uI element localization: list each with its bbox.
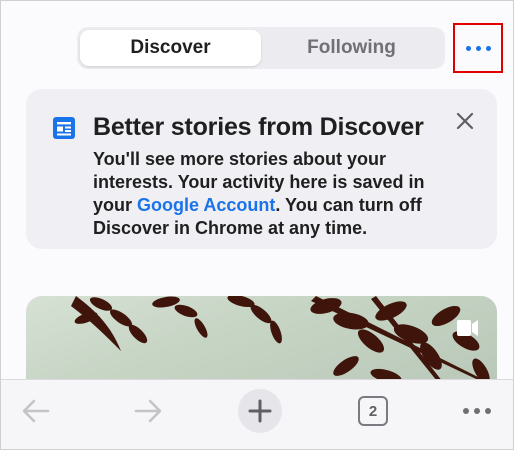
close-icon: [456, 112, 474, 130]
tab-following[interactable]: Following: [261, 30, 442, 66]
browser-new-tab-page: Discover Following Better stories from D…: [0, 0, 514, 450]
plus-icon: [248, 399, 272, 423]
new-tab-circle: [238, 389, 282, 433]
feed-menu-button[interactable]: [453, 23, 503, 73]
google-account-link[interactable]: Google Account: [137, 195, 275, 215]
foliage-image: [71, 296, 496, 386]
tab-discover[interactable]: Discover: [80, 30, 261, 66]
tab-switcher-button[interactable]: 2: [350, 388, 396, 434]
overflow-menu-button[interactable]: [454, 388, 500, 434]
discover-info-card: Better stories from Discover You'll see …: [26, 89, 497, 249]
video-badge-icon: [457, 320, 478, 336]
bottom-toolbar: 2: [1, 379, 513, 449]
card-description: You'll see more stories about your inter…: [93, 148, 453, 240]
card-close-button[interactable]: [451, 107, 479, 135]
more-horizontal-icon: [465, 45, 491, 51]
tab-switcher-icon: 2: [358, 396, 388, 426]
arrow-left-icon: [22, 399, 50, 423]
more-horizontal-icon: [463, 408, 491, 414]
card-title: Better stories from Discover: [93, 113, 424, 141]
feed-tab-switcher: Discover Following: [77, 27, 445, 69]
arrow-right-icon: [134, 399, 162, 423]
forward-button[interactable]: [125, 388, 171, 434]
article-thumbnail[interactable]: [26, 296, 497, 386]
new-tab-button[interactable]: [237, 388, 283, 434]
back-button[interactable]: [13, 388, 59, 434]
news-icon: [53, 117, 75, 139]
